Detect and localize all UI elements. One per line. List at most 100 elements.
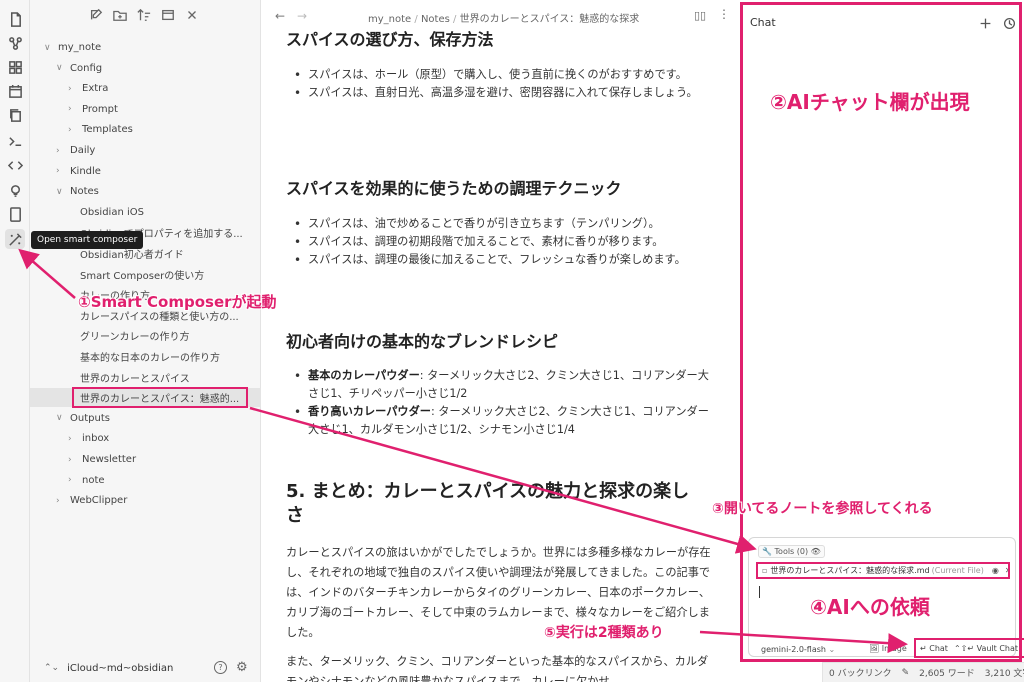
more-options-icon[interactable]: ⋮	[718, 7, 730, 21]
chevron-down-icon: ⌄	[828, 645, 836, 654]
tree-item-label: 世界のカレーとスパイス	[80, 373, 190, 385]
vault-switcher[interactable]: ⌃⌄ iCloud~md~obsidian ? ⚙	[30, 654, 261, 682]
tree-item[interactable]: › Newsletter	[30, 450, 261, 469]
tree-item-label: Prompt	[82, 103, 118, 115]
collapse-icon[interactable]	[160, 7, 176, 23]
tree-item[interactable]: Obsidian iOS	[30, 203, 261, 222]
heading-summary: 5. まとめ：カレーとスパイスの魅力と探求の楽しさ	[286, 481, 690, 526]
tools-label: Tools (0)	[774, 547, 809, 556]
chip-close-icon[interactable]: ✕	[1005, 566, 1008, 575]
tree-item[interactable]: › Kindle	[30, 162, 261, 181]
close-icon[interactable]	[184, 7, 200, 23]
reading-view-icon[interactable]: ▯▯	[694, 9, 706, 22]
tree-item[interactable]: ∨ Notes	[30, 182, 261, 201]
submit-buttons: ↵ Chat ⌃⇧↵ Vault Chat	[914, 638, 1024, 658]
tree-item[interactable]: › note	[30, 471, 261, 490]
tree-item[interactable]: › inbox	[30, 429, 261, 448]
canvas-icon[interactable]	[5, 57, 25, 77]
tree-item[interactable]: › Daily	[30, 141, 261, 160]
tree-item[interactable]: 世界のカレーとスパイス：魅惑的...	[30, 387, 261, 409]
annotation-3: ③開いてるノートを参照してくれる	[712, 501, 933, 517]
status-bar: 0 バックリンク ✎ 2,605 ワード 3,210 文字	[822, 662, 1024, 682]
list-item-term: 基本のカレーパウダー	[308, 369, 420, 382]
file-explorer-toolbar	[88, 7, 200, 23]
list-item-term: 香り高いカレーパウダー	[308, 405, 431, 418]
code-icon[interactable]	[5, 155, 25, 175]
chat-submit-button[interactable]: ↵ Chat	[920, 644, 948, 653]
tree-item-label: Newsletter	[82, 454, 137, 465]
calendar-icon[interactable]	[5, 81, 25, 101]
forward-arrow-icon[interactable]: →	[297, 9, 307, 23]
tree-item-label: Extra	[82, 83, 109, 95]
chat-title: Chat	[750, 16, 776, 29]
wand-icon[interactable]	[5, 229, 25, 249]
sort-icon[interactable]	[136, 7, 152, 23]
annotation-1: ①Smart Composerが起動	[78, 293, 277, 311]
tree-item[interactable]: グリーンカレーの作り方	[30, 326, 261, 345]
terminal-icon[interactable]	[5, 131, 25, 151]
breadcrumb-folder[interactable]: Notes	[421, 14, 450, 25]
chip-eye-icon[interactable]: ◉	[992, 566, 999, 575]
tree-item-label: グリーンカレーの作り方	[80, 332, 190, 344]
settings-icon[interactable]: ⚙	[236, 660, 248, 675]
word-count: 2,605 ワード	[919, 669, 975, 679]
new-folder-icon[interactable]	[112, 7, 128, 23]
vault-chat-button[interactable]: ⌃⇧↵ Vault Chat	[954, 644, 1018, 653]
tree-item[interactable]: ∨ Config	[30, 59, 261, 78]
tree-item[interactable]: ∨ Outputs	[30, 409, 261, 428]
new-chat-icon[interactable]	[979, 15, 993, 29]
vault-chevron-icon: ⌃⌄	[44, 663, 60, 673]
file-icon[interactable]	[5, 9, 25, 29]
tree-item-label: Daily	[70, 145, 96, 156]
tree-item[interactable]: › Extra	[30, 79, 261, 98]
char-count: 3,210 文字	[984, 669, 1024, 679]
chevron-right-icon: ›	[68, 454, 72, 465]
history-icon[interactable]	[1003, 15, 1017, 30]
file-explorer: ∨ my_note ∨ Config › Extra › Prompt › Templates › D…	[30, 0, 261, 682]
tree-item[interactable]: › WebClipper	[30, 491, 261, 510]
breadcrumb: my_note / Notes / 世界のカレーとスパイス：魅惑的な探求	[368, 14, 640, 25]
list-technique: スパイスは、油で炒めることで香りが引き立ちます（テンパリング）。スパイスは、調理…	[286, 215, 716, 269]
tree-item[interactable]: › Templates	[30, 120, 261, 139]
left-ribbon	[0, 0, 30, 682]
tree-item[interactable]: 基本的な日本のカレーの作り方	[30, 347, 261, 366]
lightbulb-icon[interactable]	[5, 180, 25, 200]
image-icon: 🖼	[869, 644, 880, 653]
chevron-down-icon: ∨	[56, 63, 63, 74]
tree-item-label: inbox	[82, 433, 110, 445]
tree-item[interactable]: › Prompt	[30, 100, 261, 119]
list-item: 香り高いカレーパウダー: ターメリック大さじ2、クミン大さじ1、コリアンダー大さ…	[286, 403, 716, 439]
help-icon[interactable]: ?	[214, 661, 227, 674]
composer-tooltip: Open smart composer	[31, 231, 144, 249]
file-icon-small: ▫	[762, 566, 768, 575]
tablet-icon[interactable]	[5, 204, 25, 224]
model-selector[interactable]: gemini-2.0-flash ⌄	[761, 645, 835, 654]
tree-item[interactable]: 世界のカレーとスパイス	[30, 368, 261, 387]
chevron-down-icon: ∨	[56, 413, 63, 424]
current-file-chip[interactable]: ▫ 世界のカレーとスパイス：魅惑的な探求.md (Current File) ◉…	[756, 562, 1010, 579]
list-item: スパイスは、直射日光、高温多湿を避け、密閉容器に入れて保存しましょう。	[286, 84, 716, 102]
list-item: スパイスは、調理の初期段階で加えることで、素材に香りが移ります。	[286, 233, 716, 251]
tree-item-label: Smart Composerの使い方	[80, 270, 205, 282]
tree-item[interactable]: ∨ my_note	[30, 38, 261, 57]
copy-icon[interactable]	[5, 105, 25, 125]
image-button[interactable]: 🖼 Image	[869, 644, 907, 653]
heading-storage: スパイスの選び方、保存方法	[286, 30, 494, 49]
tree-item-label: Kindle	[70, 165, 101, 177]
back-arrow-icon[interactable]: ←	[275, 9, 285, 23]
new-note-icon[interactable]	[88, 7, 104, 23]
tree-item-label: 世界のカレーとスパイス：魅惑的...	[80, 394, 240, 406]
tree-item-label: Obsidian iOS	[80, 206, 144, 218]
tree-item[interactable]: Smart Composerの使い方	[30, 265, 261, 284]
chevron-down-icon: ∨	[56, 186, 63, 197]
chevron-right-icon: ›	[68, 124, 72, 135]
chat-input-caret[interactable]	[759, 586, 760, 598]
annotation-5: ⑤実行は2種類あり	[544, 625, 664, 641]
tools-button[interactable]: 🔧 Tools (0) 👁	[758, 545, 825, 558]
tree-item-label: WebClipper	[70, 495, 128, 507]
breadcrumb-root[interactable]: my_note	[368, 14, 411, 25]
heading-blend: 初心者向けの基本的なブレンドレシピ	[286, 332, 559, 351]
backlinks-count[interactable]: 0 バックリンク	[829, 666, 892, 679]
list-item: スパイスは、油で炒めることで香りが引き立ちます（テンパリング）。	[286, 215, 716, 233]
graph-icon[interactable]	[5, 33, 25, 53]
